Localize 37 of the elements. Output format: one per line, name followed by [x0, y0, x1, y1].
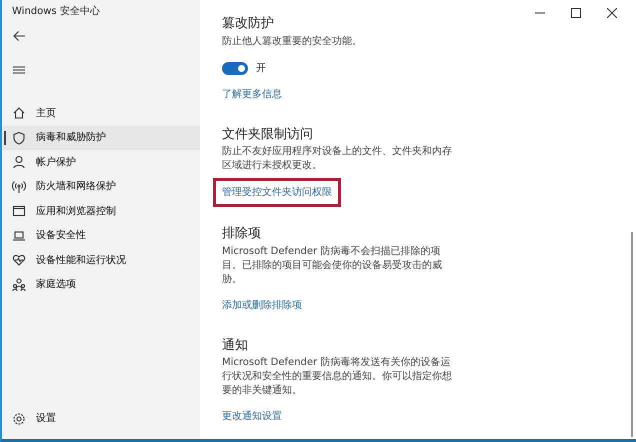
- section-title: 通知: [222, 338, 248, 354]
- link[interactable]: 管理受控文件夹访问权限: [216, 181, 338, 204]
- section-description: Microsoft Defender 防病毒不会扫描已排除的项目。已排除的项目可能会使你的设备易受攻击的威胁。: [222, 244, 443, 287]
- scrollbar[interactable]: [631, 232, 633, 437]
- shield-icon: [12, 130, 26, 145]
- person-icon: [12, 155, 26, 170]
- browser-window-icon: [12, 204, 26, 218]
- antenna-icon: [12, 180, 26, 194]
- sidebar-item[interactable]: 主页: [2, 101, 200, 126]
- section-title: 排除项: [222, 226, 261, 242]
- sidebar-item[interactable]: 病毒和威胁防护: [2, 126, 200, 150]
- back-arrow-icon: [12, 29, 26, 43]
- family-icon: [12, 278, 26, 292]
- link[interactable]: 更改通知设置: [222, 406, 282, 428]
- section-description: Microsoft Defender 防病毒将发送有关你的设备运行状况和安全性的重要信息的通知。你可以指定你想要的非关键通知。: [222, 356, 453, 398]
- sidebar-item[interactable]: 家庭选项: [2, 272, 200, 297]
- section-description: 防止不友好应用程序对设备上的文件、文件夹和内存区域进行未授权更改。: [222, 145, 453, 174]
- link[interactable]: 添加或删除排除项: [222, 294, 302, 316]
- section-title: 篡改防护: [222, 16, 274, 32]
- heart-icon: [12, 253, 26, 268]
- toggle-switch[interactable]: [222, 62, 248, 75]
- sidebar-item[interactable]: 设备安全性: [2, 224, 200, 248]
- settings-icon: [12, 412, 26, 426]
- sidebar-item[interactable]: 设备性能和运行状况: [2, 248, 200, 272]
- section-description: 防止他人篡改重要的安全功能。: [222, 34, 363, 49]
- sidebar-item[interactable]: 帐户保护: [2, 150, 200, 174]
- laptop-icon: [12, 228, 26, 243]
- toggle-label: 开: [256, 62, 266, 76]
- home-icon: [12, 106, 26, 120]
- sidebar-item[interactable]: 应用和浏览器控制: [2, 199, 200, 224]
- close-icon: [607, 8, 617, 18]
- window-title: Windows 安全中心: [11, 4, 101, 19]
- settings-item[interactable]: 设置: [2, 406, 200, 431]
- maximize-icon: [571, 8, 581, 18]
- section-title: 文件夹限制访问: [222, 126, 313, 142]
- sidebar-item[interactable]: 防火墙和网络保护: [2, 174, 200, 199]
- link[interactable]: 了解更多信息: [222, 84, 282, 105]
